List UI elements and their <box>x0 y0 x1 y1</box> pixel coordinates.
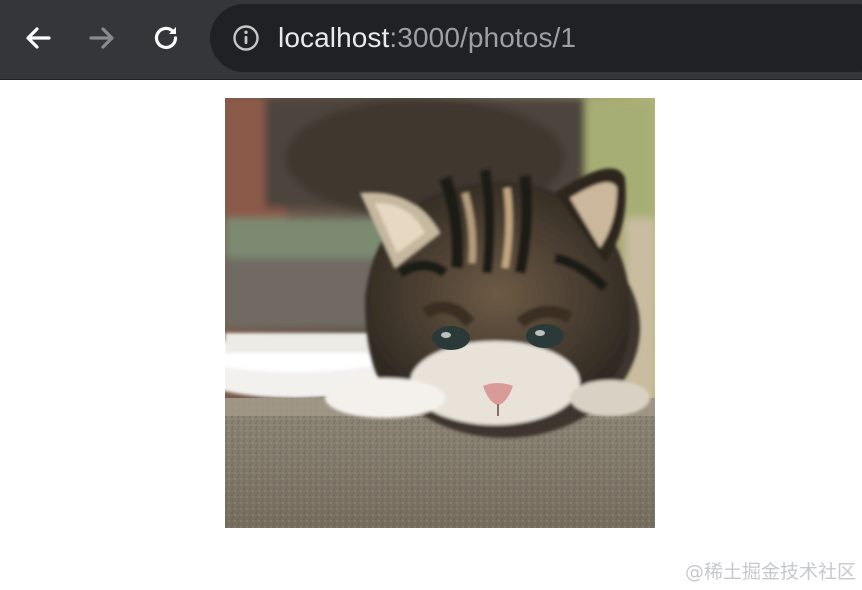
forward-arrow-icon <box>89 27 114 49</box>
reload-icon <box>154 26 178 50</box>
watermark: @稀土掘金技术社区 <box>684 561 856 583</box>
info-icon[interactable] <box>232 24 260 52</box>
back-arrow-icon <box>26 27 51 49</box>
page-content: @稀土掘金技术社区 <box>0 81 862 590</box>
url-path: :3000/photos/1 <box>389 22 577 53</box>
back-button[interactable] <box>20 20 56 56</box>
browser-toolbar: localhost:3000/photos/1 <box>0 0 862 80</box>
address-bar[interactable]: localhost:3000/photos/1 <box>210 4 862 72</box>
reload-button[interactable] <box>148 20 184 56</box>
url-host: localhost <box>278 22 390 53</box>
url-text[interactable]: localhost:3000/photos/1 <box>278 22 576 54</box>
forward-button[interactable] <box>84 20 120 56</box>
kitten-photo <box>225 98 655 528</box>
